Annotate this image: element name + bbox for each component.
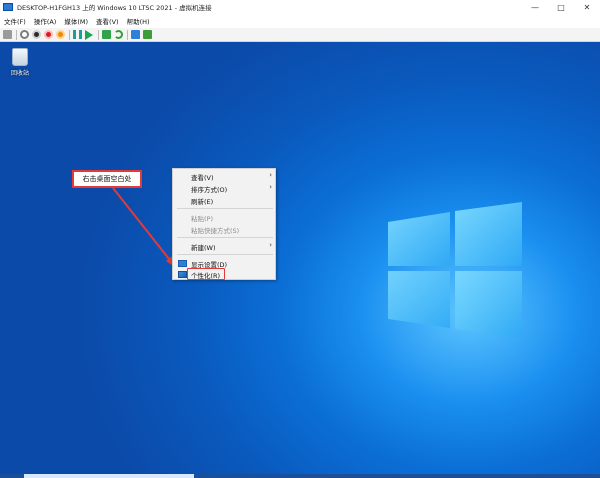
menu-item-label: 刷新(E) [191, 198, 214, 206]
context-menu-new[interactable]: 新建(W) › [173, 241, 277, 252]
toolbar [0, 28, 600, 42]
turn-off-icon[interactable] [32, 30, 41, 39]
logo-pane-top-left [388, 212, 450, 266]
menu-help[interactable]: 帮助(H) [123, 16, 154, 26]
logo-pane-bottom-right [455, 271, 522, 338]
context-menu-sort-by[interactable]: 排序方式(O) › [173, 183, 277, 194]
menu-item-label: 排序方式(O) [191, 186, 228, 194]
context-menu-paste: 粘贴(P) [173, 212, 277, 223]
windows-logo [388, 202, 522, 338]
chevron-right-icon: › [269, 183, 272, 191]
recycle-bin[interactable]: 回收站 [6, 48, 34, 77]
chevron-right-icon: › [269, 241, 272, 249]
menu-item-label: 粘贴(P) [191, 215, 213, 223]
maximize-button[interactable]: □ [548, 0, 574, 14]
taskbar-highlight [24, 474, 194, 478]
ctrl-alt-del-icon[interactable] [3, 30, 12, 39]
recycle-bin-icon [12, 48, 28, 66]
chevron-right-icon: › [269, 171, 272, 179]
menu-file[interactable]: 文件(F) [0, 16, 30, 26]
window-controls: — □ ✕ [522, 0, 600, 14]
menu-item-label: 查看(V) [191, 174, 214, 182]
window-title: DESKTOP-H1FGH13 上的 Windows 10 LTSC 2021 … [17, 4, 212, 12]
context-menu-view[interactable]: 查看(V) › [173, 171, 277, 182]
toolbar-separator [69, 29, 70, 40]
menu-media[interactable]: 媒体(M) [60, 16, 92, 26]
taskbar [0, 474, 600, 478]
menu-action[interactable]: 操作(A) [30, 16, 61, 26]
context-menu: 查看(V) › 排序方式(O) › 刷新(E) 粘贴(P) 粘贴快捷方式(S) … [172, 168, 276, 280]
menu-bar: 文件(F) 操作(A) 媒体(M) 查看(V) 帮助(H) [0, 14, 600, 28]
context-menu-refresh[interactable]: 刷新(E) [173, 195, 277, 206]
highlight-box [187, 268, 225, 280]
menu-item-label: 粘贴快捷方式(S) [191, 227, 240, 235]
enhanced-session-icon[interactable] [131, 30, 140, 39]
start-icon[interactable] [20, 30, 29, 39]
menu-view[interactable]: 查看(V) [92, 16, 123, 26]
menu-separator [177, 237, 273, 238]
vm-connection-icon [3, 3, 13, 11]
toolbar-separator [16, 29, 17, 40]
shutdown-icon[interactable] [44, 30, 53, 39]
toolbar-separator [127, 29, 128, 40]
save-icon[interactable] [56, 30, 65, 39]
personalize-icon [178, 271, 187, 278]
menu-item-label: 新建(W) [191, 244, 216, 252]
menu-separator [177, 208, 273, 209]
share-icon[interactable] [143, 30, 152, 39]
close-button[interactable]: ✕ [574, 0, 600, 14]
toolbar-separator [98, 29, 99, 40]
minimize-button[interactable]: — [522, 0, 548, 14]
pause-icon[interactable] [73, 30, 82, 39]
revert-icon[interactable] [114, 30, 123, 39]
context-menu-paste-shortcut: 粘贴快捷方式(S) [173, 224, 277, 235]
menu-separator [177, 254, 273, 255]
checkpoint-icon[interactable] [102, 30, 111, 39]
title-bar: DESKTOP-H1FGH13 上的 Windows 10 LTSC 2021 … [0, 0, 600, 14]
recycle-bin-label: 回收站 [10, 70, 29, 77]
context-menu-personalize[interactable]: 个性化(R) [173, 268, 277, 280]
play-icon[interactable] [85, 29, 93, 40]
desktop[interactable]: 回收站 右击桌面空白处 查看(V) › 排序方式(O) › 刷新(E) 粘贴(P… [0, 42, 600, 478]
logo-pane-bottom-left [388, 271, 450, 328]
annotation-label: 右击桌面空白处 [72, 170, 142, 188]
logo-pane-top-right [455, 202, 522, 266]
display-settings-icon [178, 260, 187, 267]
